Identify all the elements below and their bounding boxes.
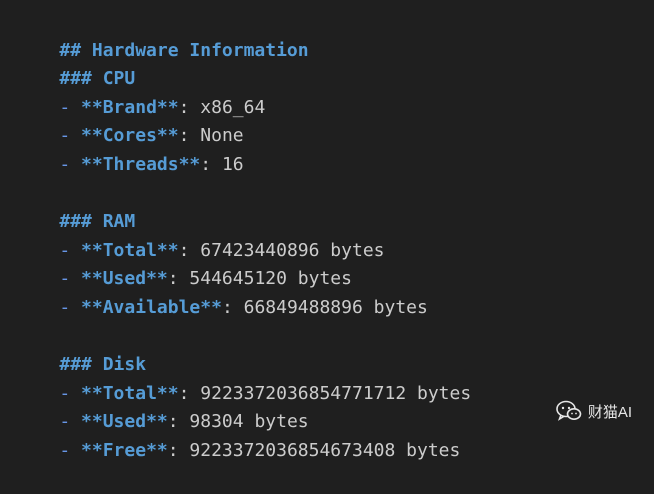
bullet-marker: -	[59, 96, 82, 118]
item-value: : 9223372036854771712 bytes	[178, 382, 472, 404]
item-key: **Total**	[81, 239, 179, 261]
item-value: : 66849488896 bytes	[221, 296, 428, 318]
heading-text: ### CPU	[59, 68, 136, 90]
bullet-marker: -	[59, 411, 82, 433]
heading-hardware-information: ## Hardware Information	[16, 8, 654, 61]
bullet-marker: -	[59, 153, 82, 175]
bullet-marker: -	[59, 268, 82, 290]
bullet-marker: -	[59, 125, 82, 147]
bullet-marker: -	[59, 439, 82, 461]
markdown-editor[interactable]: ## Hardware Information ### CPU - **Bran…	[16, 8, 654, 461]
item-value: : None	[178, 125, 244, 147]
item-key: **Used**	[81, 268, 168, 290]
watermark-text: 财猫AI	[587, 403, 632, 421]
wechat-icon	[556, 400, 582, 422]
item-key: **Free**	[81, 439, 168, 461]
bullet-marker: -	[59, 239, 82, 261]
item-value: : 9223372036854673408 bytes	[167, 439, 461, 461]
heading-disk: ### Disk	[16, 323, 654, 375]
item-value: : x86_64	[178, 96, 266, 118]
item-value: : 544645120 bytes	[167, 268, 352, 290]
item-key: **Available**	[81, 296, 222, 318]
item-key: **Total**	[81, 382, 179, 404]
item-key: **Brand**	[81, 96, 179, 118]
item-value: : 67423440896 bytes	[178, 239, 385, 261]
item-value: : 16	[200, 153, 244, 175]
item-value: : 98304 bytes	[167, 411, 309, 433]
item-key: **Cores**	[81, 125, 179, 147]
heading-text: ### RAM	[59, 211, 136, 233]
heading-ram: ### RAM	[16, 180, 654, 232]
item-key: **Used**	[81, 411, 168, 433]
heading-text: ### Disk	[59, 354, 147, 376]
bullet-marker: -	[59, 382, 82, 404]
bullet-marker: -	[59, 296, 82, 318]
item-key: **Threads**	[81, 153, 201, 175]
heading-text: ## Hardware Information	[59, 39, 309, 61]
watermark: 财猫AI	[556, 400, 632, 422]
